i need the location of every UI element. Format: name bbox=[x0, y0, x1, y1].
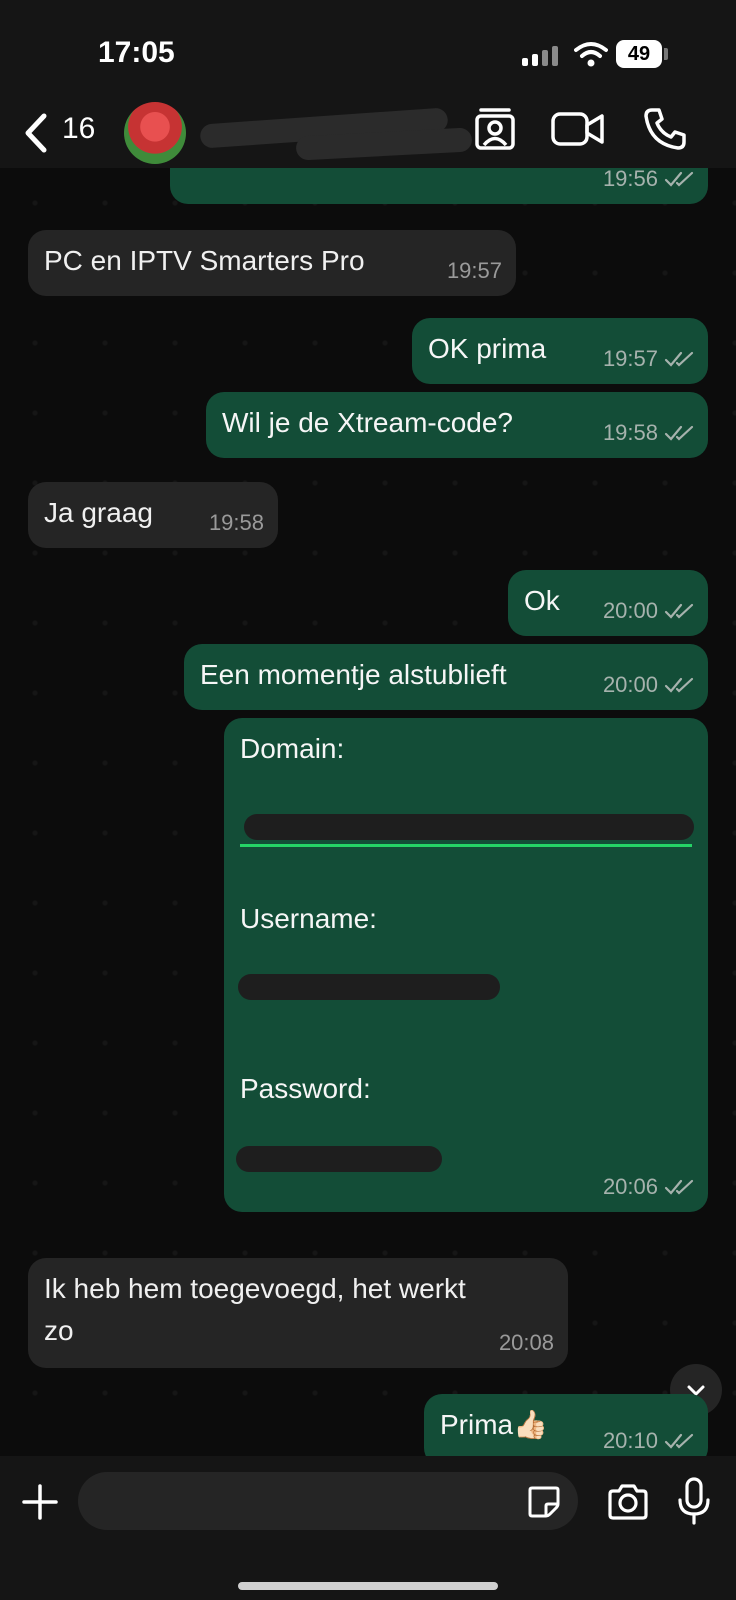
message-time: 20:10 bbox=[602, 1428, 658, 1453]
password-label: Password: bbox=[240, 1073, 371, 1104]
battery-cap bbox=[664, 48, 668, 60]
message-list[interactable]: 19:56 PC en IPTV Smarters Pro 19:57 OK p… bbox=[0, 168, 736, 1456]
read-receipt-icon bbox=[664, 1179, 694, 1195]
username-redacted bbox=[238, 974, 500, 1000]
password-redacted bbox=[236, 1146, 442, 1172]
message-text: Prima👍🏻 bbox=[440, 1409, 548, 1440]
message-time: 19:57 bbox=[446, 258, 502, 283]
username-label: Username: bbox=[240, 903, 377, 934]
contact-card-icon[interactable] bbox=[470, 104, 520, 154]
chat-header: 16 bbox=[0, 102, 736, 168]
domain-link-redacted[interactable] bbox=[240, 814, 694, 847]
composer-bar bbox=[0, 1456, 736, 1600]
plus-icon[interactable] bbox=[18, 1480, 62, 1524]
incoming-message[interactable]: PC en IPTV Smarters Pro 19:57 bbox=[28, 230, 516, 296]
home-indicator bbox=[238, 1582, 498, 1590]
unread-count[interactable]: 16 bbox=[62, 112, 95, 146]
read-receipt-icon bbox=[664, 171, 694, 187]
message-text: OK prima bbox=[428, 333, 547, 364]
message-text-line-2: zo bbox=[44, 1315, 74, 1346]
domain-label: Domain: bbox=[240, 733, 345, 764]
video-call-icon[interactable] bbox=[550, 104, 606, 154]
cellular-signal-icon bbox=[522, 44, 560, 66]
status-time: 17:05 bbox=[98, 36, 175, 69]
read-receipt-icon bbox=[664, 351, 694, 367]
read-receipt-icon bbox=[664, 677, 694, 693]
wifi-icon bbox=[574, 42, 608, 67]
outgoing-message[interactable]: Prima👍🏻 20:10 bbox=[424, 1394, 708, 1456]
sticker-icon[interactable] bbox=[526, 1484, 562, 1520]
message-time: 20:00 bbox=[602, 598, 658, 623]
message-text: Een momentje alstublieft bbox=[200, 659, 507, 690]
status-bar: 17:05 49 bbox=[0, 0, 736, 104]
message-time: 19:58 bbox=[602, 420, 658, 445]
incoming-message[interactable]: Ja graag 19:58 bbox=[28, 482, 278, 548]
message-time: 19:57 bbox=[602, 346, 658, 371]
voice-call-icon[interactable] bbox=[640, 104, 690, 154]
outgoing-message[interactable]: OK prima 19:57 bbox=[412, 318, 708, 384]
microphone-icon[interactable] bbox=[676, 1476, 712, 1526]
message-time: 20:00 bbox=[602, 672, 658, 697]
read-receipt-icon bbox=[664, 603, 694, 619]
message-time: 19:58 bbox=[208, 510, 264, 535]
outgoing-message[interactable]: Ok 20:00 bbox=[508, 570, 708, 636]
back-chevron-icon[interactable] bbox=[18, 108, 58, 158]
outgoing-message[interactable]: Wil je de Xtream-code? 19:58 bbox=[206, 392, 708, 458]
message-text: Ok bbox=[524, 585, 560, 616]
incoming-message[interactable]: Ik heb hem toegevoegd, het werkt zo 20:0… bbox=[28, 1258, 568, 1368]
read-receipt-icon bbox=[664, 1433, 694, 1449]
message-text: Ja graag bbox=[44, 497, 153, 528]
contact-name-redacted[interactable] bbox=[199, 107, 473, 161]
credentials-message[interactable]: Domain: Username: Password: 20:06 bbox=[224, 718, 708, 1212]
message-input[interactable] bbox=[78, 1472, 578, 1530]
message-text: PC en IPTV Smarters Pro bbox=[44, 245, 365, 276]
camera-icon[interactable] bbox=[606, 1482, 650, 1522]
outgoing-message[interactable]: 19:56 bbox=[170, 168, 708, 204]
contact-avatar[interactable] bbox=[124, 102, 186, 164]
message-text: Wil je de Xtream-code? bbox=[222, 407, 514, 438]
battery-indicator: 49 bbox=[616, 40, 662, 68]
message-time: 20:08 bbox=[498, 1330, 554, 1355]
message-text-line-1: Ik heb hem toegevoegd, het werkt bbox=[44, 1273, 466, 1304]
read-receipt-icon bbox=[664, 425, 694, 441]
outgoing-message[interactable]: Een momentje alstublieft 20:00 bbox=[184, 644, 708, 710]
message-time: 19:56 bbox=[602, 168, 658, 191]
message-time: 20:06 bbox=[602, 1174, 658, 1199]
